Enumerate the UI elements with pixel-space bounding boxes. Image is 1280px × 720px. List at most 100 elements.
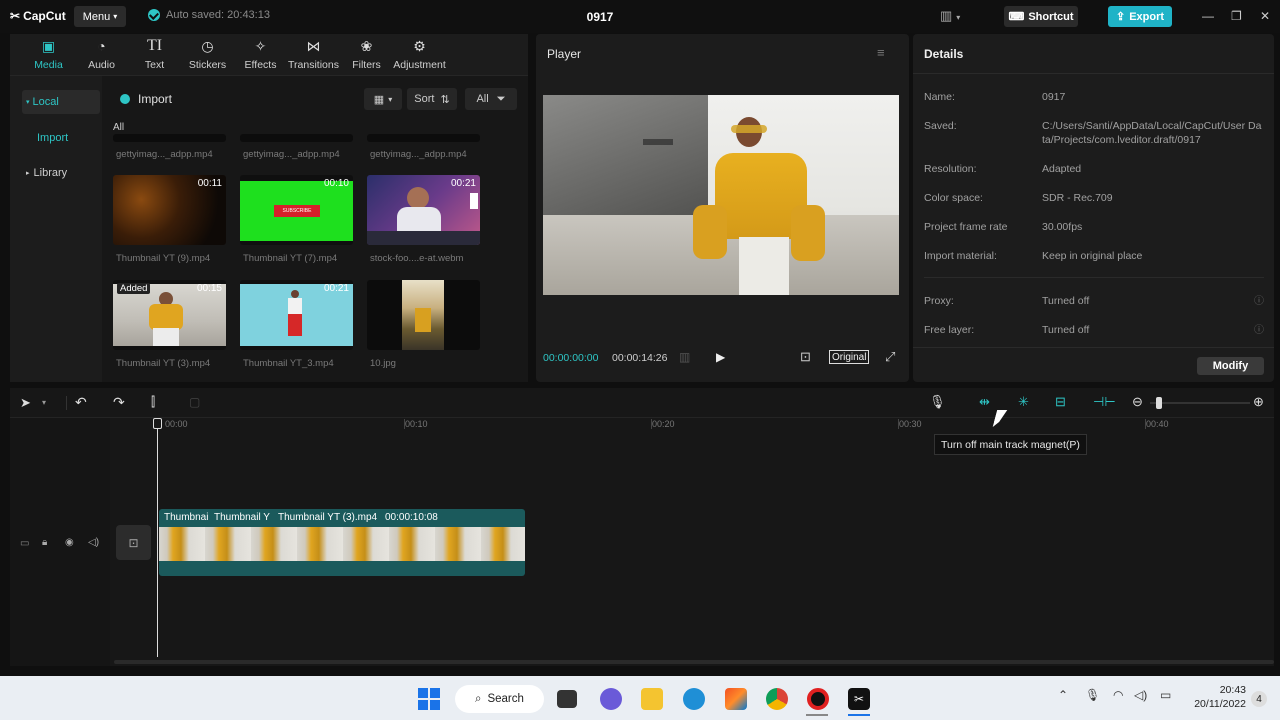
chrome-icon[interactable]	[766, 688, 788, 710]
media-thumbnail[interactable]	[367, 280, 480, 350]
clip-label: Thumbnail Y	[214, 512, 270, 523]
microphone-tray-icon[interactable]: 🎙︎	[1085, 688, 1100, 702]
restore-icon[interactable]: ❐	[1231, 9, 1242, 23]
project-title: 0917	[586, 10, 614, 24]
chevron-down-icon[interactable]: ▾	[42, 398, 46, 407]
tab-effects[interactable]: ✧ Effects	[234, 34, 287, 75]
tab-transitions[interactable]: ⋈ Transitions	[287, 34, 340, 75]
redo-icon[interactable]: ↷	[113, 394, 125, 411]
media-thumbnail[interactable]: Added 00:15	[113, 280, 226, 350]
frames-icon[interactable]: ▥	[679, 350, 690, 364]
snipping-tool-icon[interactable]	[725, 688, 747, 710]
microphone-icon[interactable]: 🎙	[929, 394, 946, 410]
split-icon[interactable]: ⫿	[151, 394, 155, 410]
battery-icon[interactable]: ▭	[1160, 688, 1171, 702]
eye-icon[interactable]: ◉	[65, 537, 74, 548]
media-thumbnail[interactable]	[113, 134, 226, 142]
video-preview[interactable]	[543, 95, 899, 295]
zoom-in-icon[interactable]: ⊕	[1253, 394, 1264, 410]
chat-icon[interactable]	[600, 688, 622, 710]
tab-audio[interactable]: ◔ Audio	[75, 34, 128, 75]
hamburger-icon[interactable]: ≡	[877, 45, 885, 60]
auto-snap-icon[interactable]: ⇹	[979, 394, 990, 410]
play-icon[interactable]: ▶	[716, 350, 725, 364]
zoom-slider-handle[interactable]	[1156, 397, 1162, 409]
shortcut-button[interactable]: ⌨ Shortcut	[1004, 6, 1078, 27]
layout-button[interactable]: ▥ ▾	[940, 8, 960, 24]
file-explorer-icon[interactable]	[641, 688, 663, 710]
media-icon: ▣	[41, 37, 56, 54]
tab-adjustment[interactable]: ⚙ Adjustment	[393, 34, 446, 75]
volume-icon[interactable]: ◁)	[1134, 688, 1147, 702]
taskbar-search[interactable]: ⌕ Search	[455, 685, 544, 713]
sort-icon: ⇅	[440, 93, 450, 106]
sidebar-item-library[interactable]: ▸ Library	[22, 161, 100, 185]
media-thumbnail[interactable]: SUBSCRIBE 00:10	[240, 175, 353, 245]
sort-button[interactable]: Sort ⇅	[407, 88, 457, 110]
recorder-icon[interactable]	[807, 688, 829, 710]
capcut-taskbar-icon[interactable]: ✂	[848, 688, 870, 710]
media-thumbnail[interactable]: 00:11	[113, 175, 226, 245]
tab-label: Stickers	[188, 58, 227, 71]
preview-axis-icon[interactable]: ⊣⊢	[1093, 394, 1116, 410]
details-panel: Details Name: 0917 Saved: C:/Users/Santi…	[913, 34, 1274, 382]
info-icon[interactable]: ⓘ	[1254, 292, 1264, 307]
shortcut-label: Shortcut	[1028, 10, 1074, 23]
notification-badge[interactable]: 4	[1251, 691, 1267, 707]
ruler-tick: 00:30	[899, 419, 922, 429]
playhead-handle[interactable]	[153, 418, 162, 429]
playhead[interactable]	[157, 419, 158, 657]
clock-time[interactable]: 20:43	[1190, 684, 1246, 696]
cover-button[interactable]: ⊡	[116, 525, 151, 560]
media-thumbnail[interactable]	[367, 134, 480, 142]
zoom-out-icon[interactable]: ⊖	[1132, 394, 1143, 410]
fullscreen-icon[interactable]: ⤢	[885, 349, 895, 365]
task-view-icon[interactable]	[557, 690, 577, 708]
edge-icon[interactable]	[683, 688, 705, 710]
delete-icon[interactable]: ▢	[189, 395, 200, 409]
cover-icon[interactable]: ▭	[20, 538, 29, 549]
zoom-slider-track[interactable]	[1150, 402, 1250, 404]
player-panel: Player ≡ 00:00:00:00 00:00:14:26 ▥ ▶ ⊡ O…	[536, 34, 909, 382]
filter-button[interactable]: All ⏷	[465, 88, 517, 110]
chevron-down-icon: ▾	[388, 94, 393, 104]
tab-label: Transitions	[288, 58, 339, 71]
select-tool-icon[interactable]: ➤	[20, 395, 31, 411]
undo-icon[interactable]: ↶	[75, 394, 87, 411]
menu-button[interactable]: Menu ▾	[74, 6, 126, 27]
sidebar-item-import[interactable]: Import	[22, 126, 100, 150]
import-button[interactable]: Import	[120, 92, 172, 106]
current-time: 00:00:00:00	[543, 352, 599, 364]
media-thumbnail[interactable]: 00:21	[240, 280, 353, 350]
windows-start-icon[interactable]	[418, 688, 440, 710]
media-thumbnail[interactable]: 00:21	[367, 175, 480, 245]
sidebar-item-label: Import	[37, 132, 69, 144]
timeline-scrollbar[interactable]	[114, 660, 1274, 664]
export-button[interactable]: ⇪ Export	[1108, 6, 1172, 27]
close-icon[interactable]: ✕	[1260, 9, 1270, 23]
speaker-icon[interactable]: ◁)	[88, 537, 99, 548]
chevron-up-icon[interactable]: ⌃	[1058, 688, 1068, 702]
tab-media[interactable]: ▣ Media	[22, 34, 75, 75]
sort-label: Sort	[414, 93, 435, 105]
media-thumbnail[interactable]	[240, 134, 353, 142]
video-clip[interactable]: Thumbnai Thumbnail Y Thumbnail YT (3).mp…	[159, 509, 525, 576]
info-icon[interactable]: ⓘ	[1254, 321, 1264, 336]
link-icon[interactable]: ⊟	[1055, 394, 1066, 410]
tab-stickers[interactable]: ◷ Stickers	[181, 34, 234, 75]
sidebar-item-label: Local	[32, 96, 59, 108]
lock-icon[interactable]: 🔒︎	[42, 537, 47, 548]
keyboard-icon: ⌨	[1008, 11, 1025, 23]
tooltip: Turn off main track magnet(P)	[934, 434, 1087, 455]
minimize-icon[interactable]: —	[1202, 9, 1214, 23]
zoom-fit-icon[interactable]: ⊡	[800, 349, 811, 365]
clock-date[interactable]: 20/11/2022	[1186, 698, 1246, 710]
main-track-magnet-icon[interactable]: ✳	[1018, 394, 1029, 410]
sidebar-item-local[interactable]: ▾ Local	[22, 90, 100, 114]
wifi-icon[interactable]: ◠	[1113, 688, 1123, 702]
modify-button[interactable]: Modify	[1197, 357, 1264, 375]
ratio-button[interactable]: Original	[829, 350, 870, 364]
view-mode-button[interactable]: ▦ ▾	[364, 88, 402, 110]
tab-filters[interactable]: ❀ Filters	[340, 34, 393, 75]
tab-text[interactable]: TI Text	[128, 34, 181, 75]
